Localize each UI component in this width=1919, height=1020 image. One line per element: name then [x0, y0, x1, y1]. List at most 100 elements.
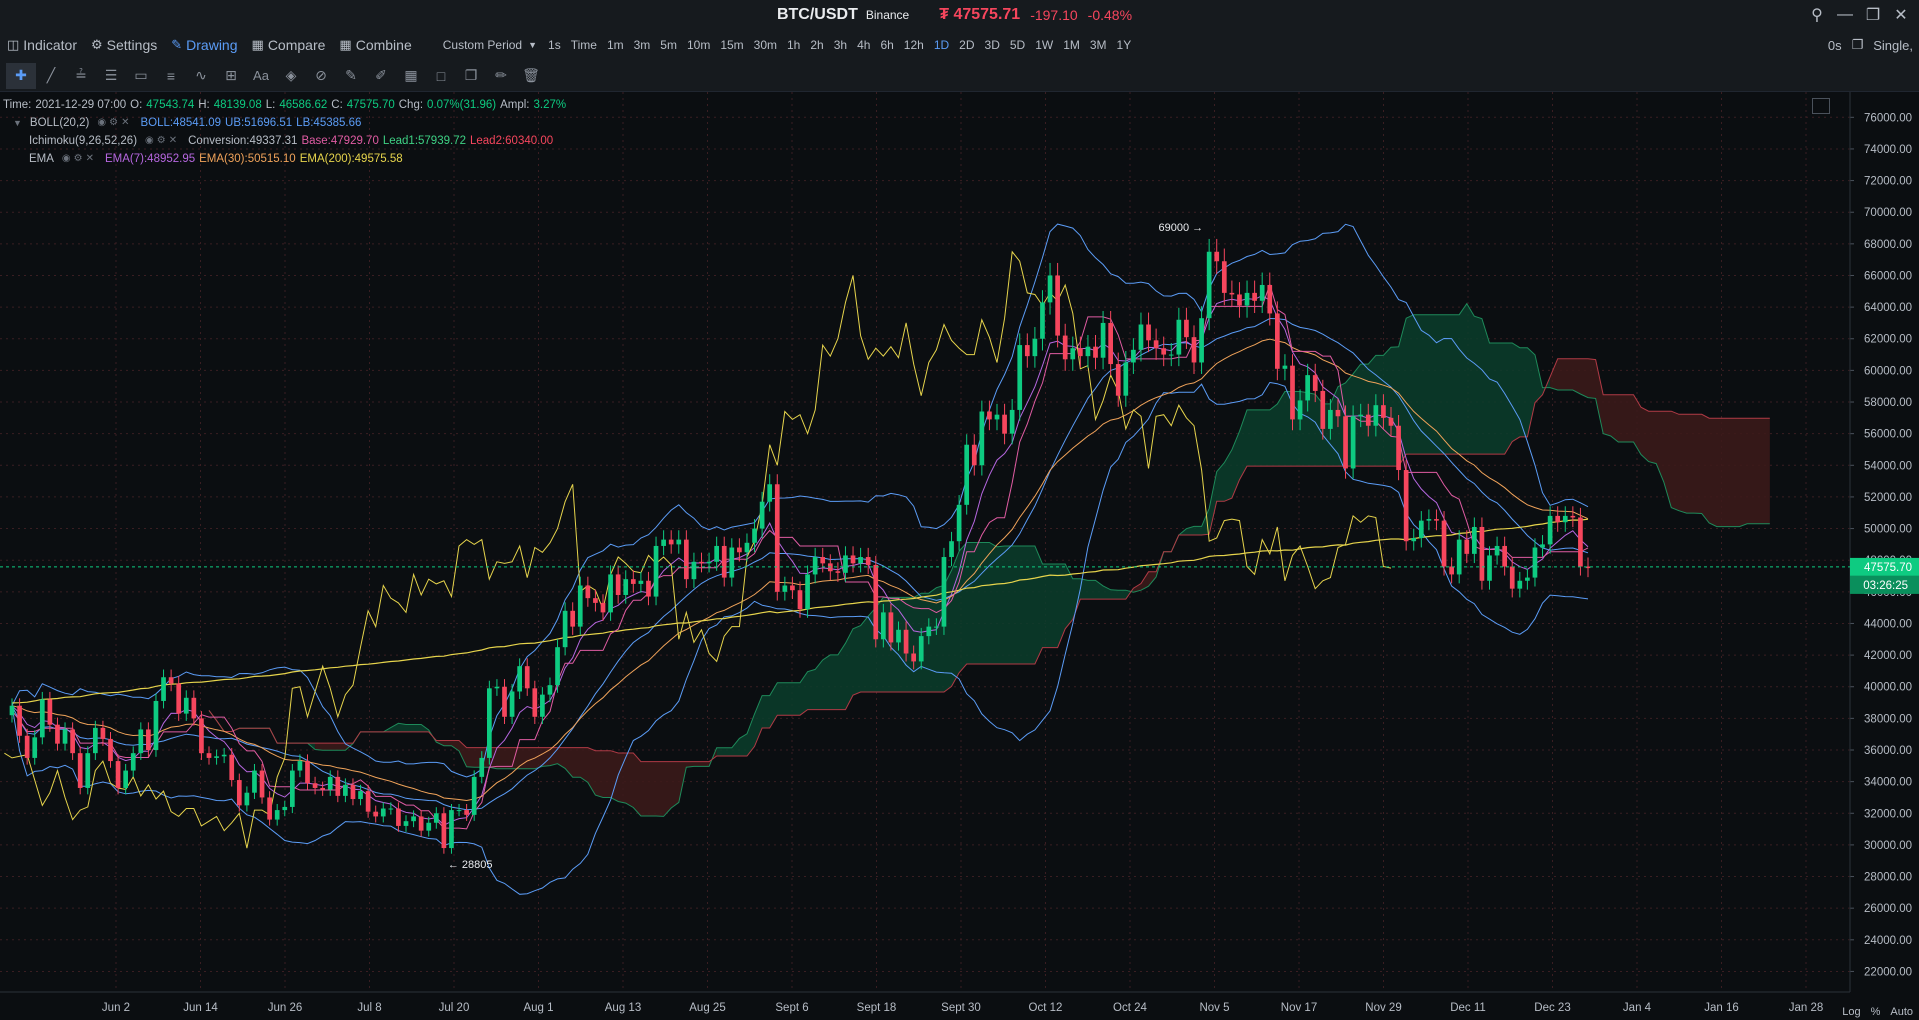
layout-icon[interactable]: ❐ [1852, 37, 1864, 53]
indicator-button[interactable]: ◫ Indicator [0, 30, 84, 60]
period-30m[interactable]: 30m [749, 30, 782, 60]
restore-icon[interactable]: ❐ [1861, 3, 1885, 27]
text-tool-icon[interactable]: Aa [246, 63, 276, 89]
collapse-icon[interactable]: ▼ [13, 114, 22, 132]
parallel-lines-tool-icon[interactable]: ≟ [66, 63, 96, 89]
candle-body [1532, 547, 1538, 578]
candle-body [524, 666, 530, 689]
candle-body [206, 753, 212, 758]
candle-body [138, 729, 144, 754]
high-value: 48139.08 [213, 99, 262, 111]
crosshair-tool-icon[interactable]: ✚ [6, 62, 36, 89]
lock-tool-icon[interactable]: □ [426, 63, 456, 89]
rectangle-tool-icon[interactable]: ▭ [126, 63, 156, 89]
search-icon[interactable]: ⚲ [1805, 3, 1829, 27]
candle-body [403, 821, 409, 826]
period-15m[interactable]: 15m [715, 30, 748, 60]
period-4h[interactable]: 4h [852, 30, 875, 60]
candle-body [1032, 338, 1038, 357]
period-12h[interactable]: 12h [899, 30, 929, 60]
drawing-label: Drawing [186, 37, 238, 53]
candle-body [221, 754, 227, 757]
period-5m[interactable]: 5m [655, 30, 682, 60]
timer-label[interactable]: 0s [1828, 38, 1842, 53]
chart-canvas[interactable]: 22000.00 24000.00 26000.00 28000.00 30000.00… [0, 92, 1919, 1020]
minimize-icon[interactable]: — [1833, 3, 1857, 27]
period-2d[interactable]: 2D [954, 30, 979, 60]
period-3h[interactable]: 3h [829, 30, 852, 60]
ruler-tool-icon[interactable]: ✎ [336, 63, 366, 89]
period-3m[interactable]: 3M [1085, 30, 1112, 60]
period-6h[interactable]: 6h [875, 30, 898, 60]
period-2h[interactable]: 2h [805, 30, 828, 60]
pattern-tool-icon[interactable]: ▦ [396, 63, 426, 89]
candle-body [835, 571, 841, 573]
magnet-tool-icon[interactable]: ◈ [276, 63, 306, 89]
period-3m[interactable]: 3m [629, 30, 656, 60]
collapse-chart-icon[interactable] [1812, 98, 1830, 114]
candle-body [1358, 414, 1364, 417]
candle-body [418, 816, 424, 831]
period-1y[interactable]: 1Y [1112, 30, 1137, 60]
candle-body [964, 444, 970, 505]
period-1m[interactable]: 1m [602, 30, 629, 60]
candle-body [1290, 365, 1295, 420]
period-1m[interactable]: 1M [1058, 30, 1085, 60]
auto-scale-toggle[interactable]: Auto [1890, 1006, 1913, 1018]
candle-body [486, 688, 492, 758]
x-tick-label: Nov 5 [1199, 1002, 1229, 1014]
candle-body [1449, 566, 1454, 575]
compare-button[interactable]: ▦ Compare [245, 30, 333, 60]
candle-body [1138, 324, 1144, 350]
last-price: ₮ 47575.71 [939, 6, 1021, 23]
fib-tool-icon[interactable]: ≡ [156, 63, 186, 89]
brush-tool-icon[interactable]: ✐ [366, 63, 396, 89]
hide-drawings-icon[interactable]: ⊘ [306, 63, 336, 89]
candle-body [850, 555, 856, 564]
trash-icon[interactable]: 🗑 [516, 63, 546, 89]
layout-mode[interactable]: Single, [1873, 38, 1913, 53]
period-1w[interactable]: 1W [1030, 30, 1058, 60]
period-1s[interactable]: 1s [543, 30, 566, 60]
candle-body [896, 629, 901, 643]
candle-body [646, 580, 651, 597]
candle-body [721, 545, 727, 578]
fork-tool-icon[interactable]: ☰ [96, 63, 126, 89]
measure-tool-icon[interactable]: ⊞ [216, 63, 246, 89]
close-icon[interactable]: ✕ [1889, 3, 1913, 27]
candle-body [153, 700, 159, 750]
custom-period-dropdown[interactable]: Custom Period ▼ [437, 38, 543, 52]
x-tick-label: Oct 12 [1029, 1002, 1063, 1014]
ichimoku-controls-icon[interactable]: ◉⚙✕ [145, 132, 180, 150]
candle-body [630, 579, 636, 584]
candle-body [85, 753, 91, 788]
y-tick-label: 26000.00 [1864, 903, 1912, 915]
boll-controls-icon[interactable]: ◉⚙✕ [97, 114, 132, 132]
period-3d[interactable]: 3D [980, 30, 1005, 60]
period-time[interactable]: Time [566, 30, 602, 60]
candle-body [1047, 275, 1053, 303]
trend-line-tool-icon[interactable]: ╱ [36, 63, 66, 89]
period-5d[interactable]: 5D [1005, 30, 1030, 60]
indicator-icon: ◫ [7, 37, 20, 52]
drawing-button[interactable]: ✎ Drawing [164, 30, 244, 60]
period-1h[interactable]: 1h [782, 30, 805, 60]
candle-body [555, 647, 560, 686]
settings-button[interactable]: ⚙ Settings [84, 30, 164, 60]
candle-body [994, 414, 1000, 420]
ema-controls-icon[interactable]: ◉⚙✕ [62, 150, 97, 168]
price-change-pct: -0.48% [1087, 7, 1133, 23]
price-chart[interactable]: 22000.00 24000.00 26000.00 28000.00 30000.00… [0, 92, 1919, 1020]
candle-body [1024, 345, 1030, 357]
candle-body [92, 727, 98, 754]
period-1d[interactable]: 1D [929, 30, 954, 60]
log-scale-toggle[interactable]: Log [1842, 1006, 1860, 1018]
candle-body [191, 697, 197, 719]
candle-body [380, 808, 386, 817]
edit-tool-icon[interactable]: ✏ [486, 63, 516, 89]
percent-scale-toggle[interactable]: % [1871, 1006, 1881, 1018]
combine-button[interactable]: ▦ Combine [332, 30, 418, 60]
period-10m[interactable]: 10m [682, 30, 715, 60]
clone-tool-icon[interactable]: ❐ [456, 63, 486, 89]
wave-tool-icon[interactable]: ∿ [186, 63, 216, 89]
